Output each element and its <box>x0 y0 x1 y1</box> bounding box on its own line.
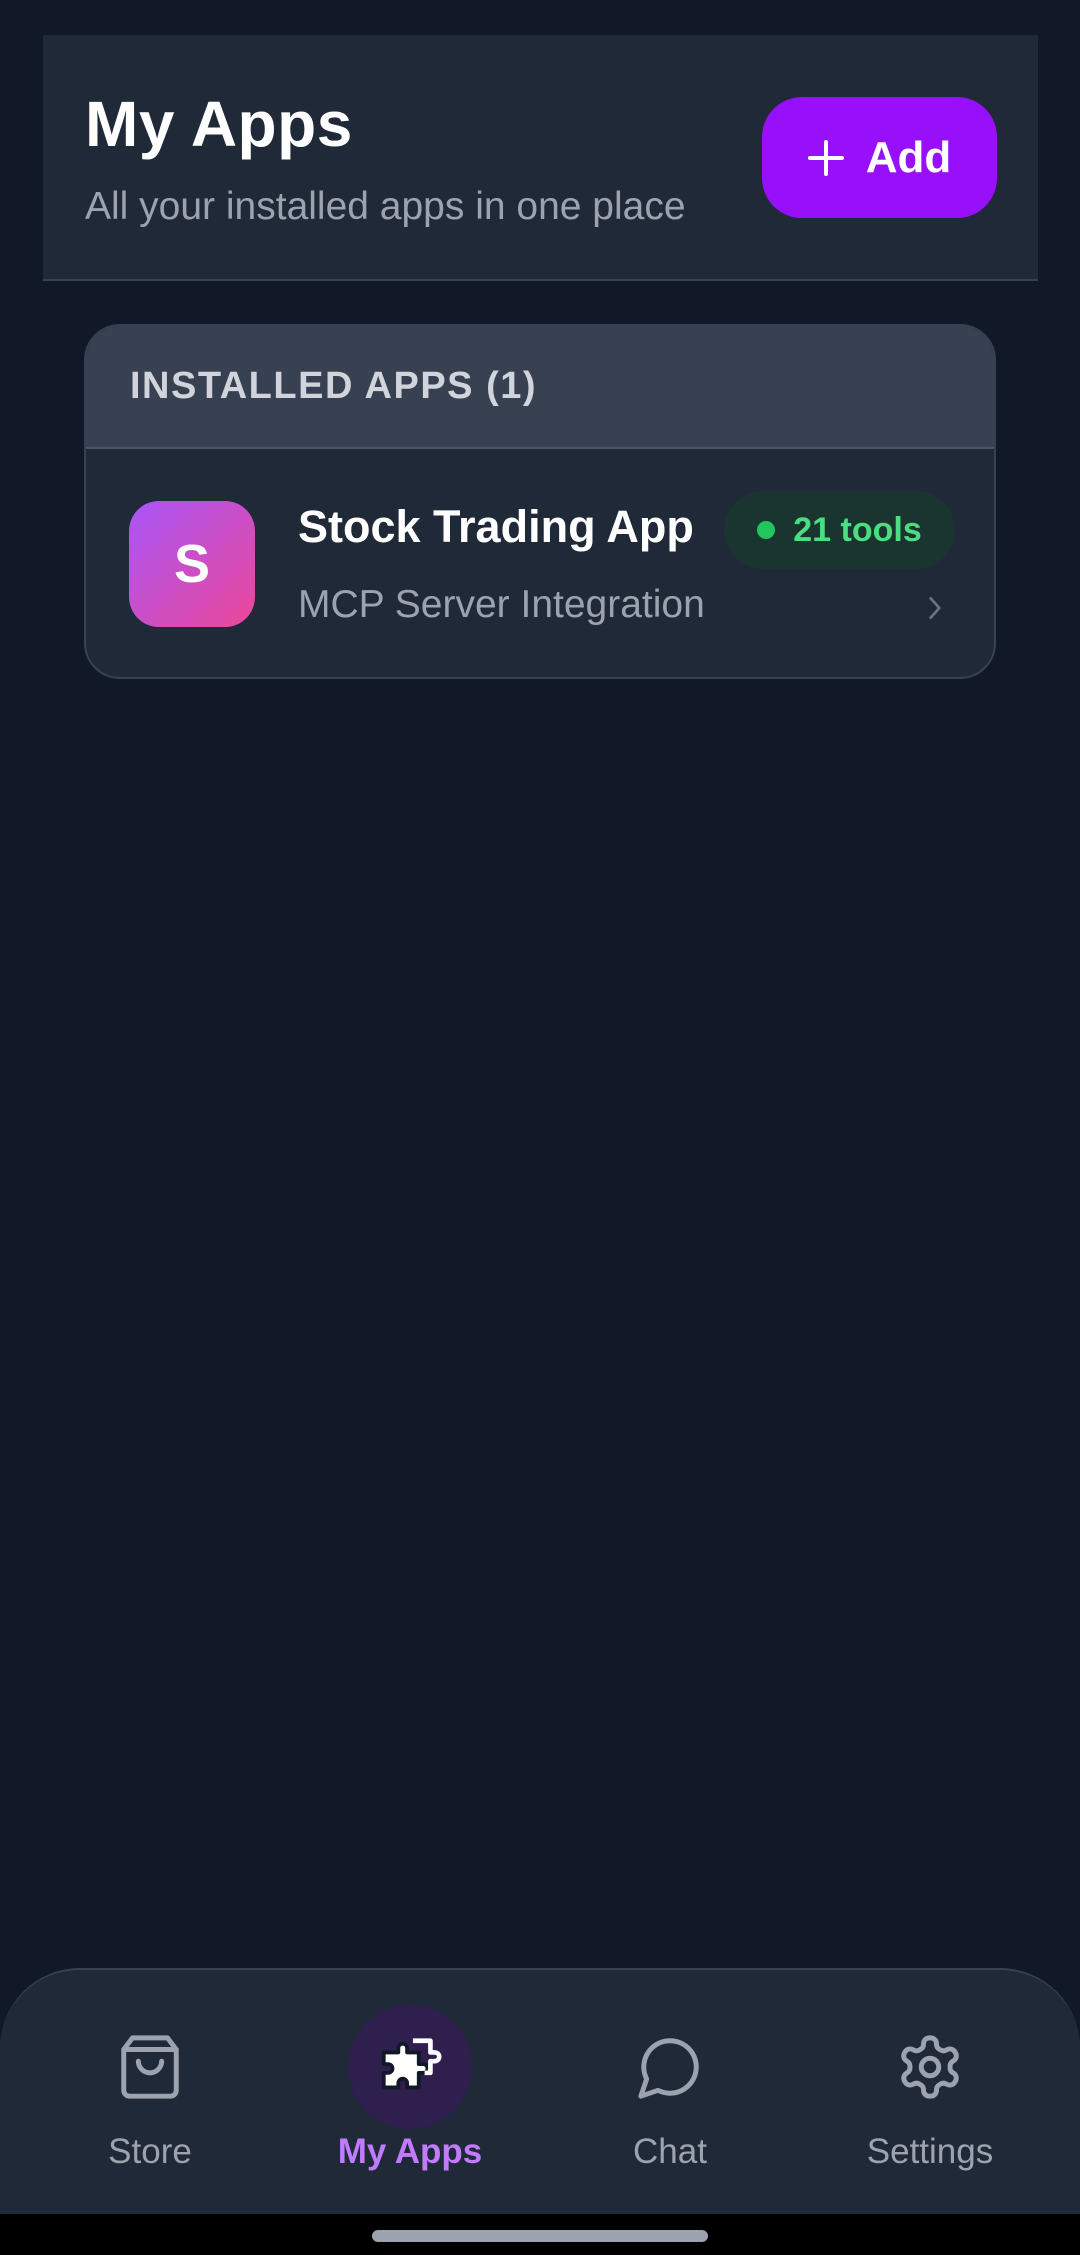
installed-apps-card: INSTALLED APPS (1) S Stock Trading App M… <box>84 324 996 679</box>
chat-bubble-icon <box>608 2005 732 2129</box>
list-item-stock-trading-app[interactable]: S Stock Trading App MCP Server Integrati… <box>86 449 994 677</box>
page-header: My Apps All your installed apps in one p… <box>43 35 1038 281</box>
gear-icon <box>868 2005 992 2129</box>
shopping-bag-icon <box>88 2005 212 2129</box>
nav-label-chat: Chat <box>633 2132 707 2171</box>
status-dot-icon <box>757 521 776 539</box>
nav-item-my-apps[interactable]: My Apps <box>280 1970 540 2216</box>
app-name: Stock Trading App <box>298 501 694 552</box>
nav-label-store: Store <box>108 2132 192 2171</box>
chevron-right-icon <box>929 596 941 620</box>
plus-icon <box>807 139 844 176</box>
tools-count-badge: 21 tools <box>724 491 955 569</box>
nav-item-settings[interactable]: Settings <box>800 1970 1060 2216</box>
bottom-navigation: Store My Apps Chat Settings <box>0 1968 1080 2214</box>
add-button-label: Add <box>865 132 952 182</box>
nav-label-my-apps: My Apps <box>337 2132 483 2171</box>
nav-item-chat[interactable]: Chat <box>540 1970 800 2216</box>
app-description: MCP Server Integration <box>298 583 705 626</box>
tools-count-label: 21 tools <box>793 510 922 549</box>
installed-apps-section-label: INSTALLED APPS (1) <box>130 365 538 407</box>
installed-apps-header: INSTALLED APPS (1) <box>86 326 994 449</box>
page-title: My Apps <box>85 88 353 160</box>
page-subtitle: All your installed apps in one place <box>85 185 686 228</box>
app-avatar: S <box>129 501 255 627</box>
nav-label-settings: Settings <box>866 2132 994 2171</box>
puzzle-icon <box>348 2005 472 2129</box>
nav-item-store[interactable]: Store <box>20 1970 280 2216</box>
add-button[interactable]: Add <box>762 97 997 218</box>
gesture-handle[interactable] <box>372 2230 708 2242</box>
